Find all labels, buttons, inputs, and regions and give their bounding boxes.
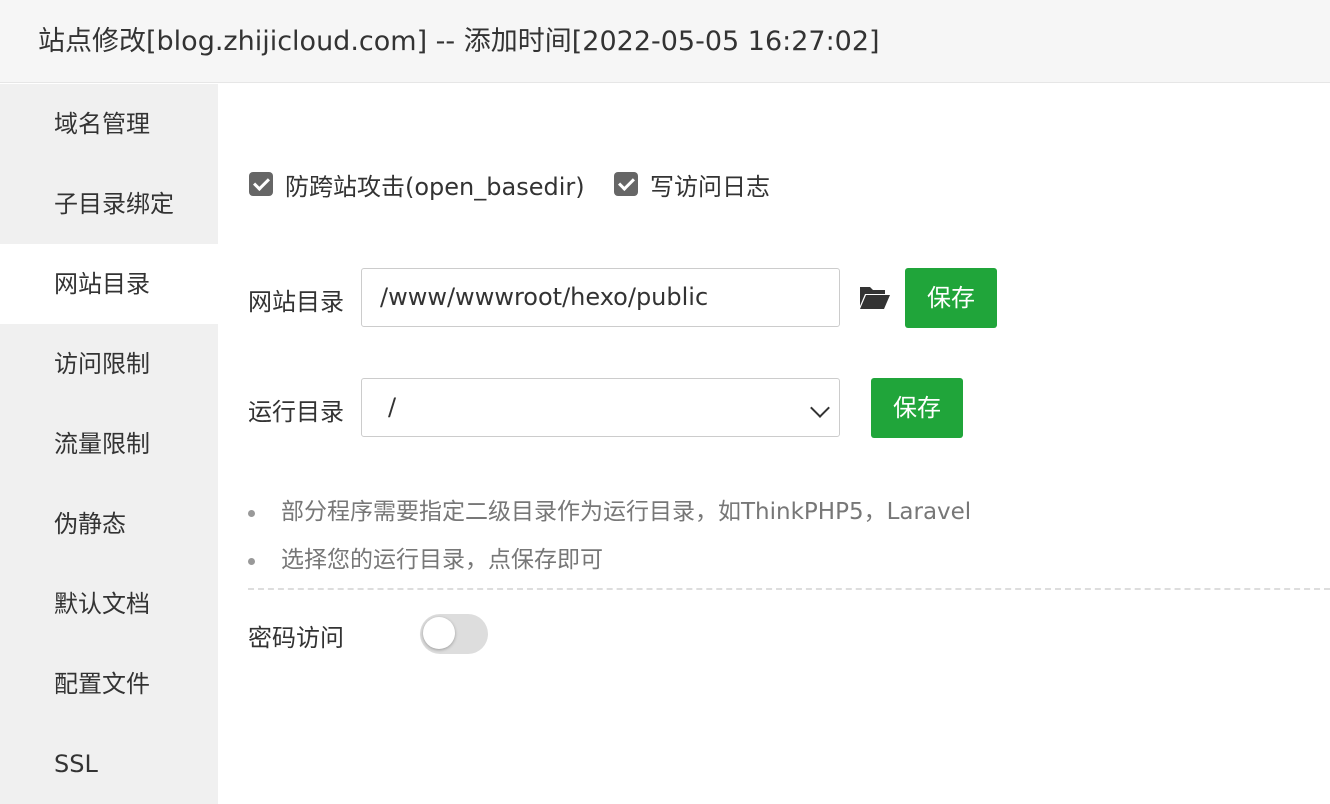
chevron-down-icon bbox=[810, 398, 830, 418]
sidebar-item-ssl[interactable]: SSL bbox=[0, 724, 218, 804]
sidebar-item-domain-management[interactable]: 域名管理 bbox=[0, 84, 218, 164]
sidebar-item-config-file[interactable]: 配置文件 bbox=[0, 644, 218, 724]
anti-xss-label: 防跨站攻击(open_basedir) bbox=[285, 172, 585, 201]
sidebar-item-access-restriction[interactable]: 访问限制 bbox=[0, 324, 218, 404]
run-dir-label: 运行目录 bbox=[248, 398, 344, 426]
sidebar-item-default-document[interactable]: 默认文档 bbox=[0, 564, 218, 644]
access-log-checkbox[interactable]: 写访问日志 bbox=[614, 168, 770, 201]
run-dir-selected-value: / bbox=[388, 393, 397, 421]
anti-xss-checkbox[interactable]: 防跨站攻击(open_basedir) bbox=[249, 168, 585, 201]
site-dir-save-button[interactable]: 保存 bbox=[905, 268, 997, 328]
sidebar-item-subdirectory-binding[interactable]: 子目录绑定 bbox=[0, 164, 218, 244]
sidebar-item-site-directory[interactable]: 网站目录 bbox=[0, 244, 218, 324]
sidebar-item-traffic-limit[interactable]: 流量限制 bbox=[0, 404, 218, 484]
run-dir-select[interactable]: / bbox=[361, 378, 840, 437]
folder-open-icon[interactable] bbox=[859, 284, 891, 310]
password-access-label: 密码访问 bbox=[248, 624, 344, 652]
divider bbox=[248, 588, 1330, 590]
checkbox-checked-icon[interactable] bbox=[249, 172, 273, 196]
access-log-label: 写访问日志 bbox=[650, 172, 770, 201]
help-tips: 部分程序需要指定二级目录作为运行目录，如ThinkPHP5，Laravel 选择… bbox=[248, 494, 971, 590]
tip-item: 选择您的运行目录，点保存即可 bbox=[248, 542, 971, 590]
checkbox-checked-icon[interactable] bbox=[614, 172, 638, 196]
toggle-knob bbox=[423, 617, 455, 649]
main-panel: 防跨站攻击(open_basedir) 写访问日志 网站目录 /www/wwwr… bbox=[218, 84, 1330, 804]
site-dir-input[interactable]: /www/wwwroot/hexo/public bbox=[361, 268, 840, 327]
password-access-toggle[interactable] bbox=[420, 614, 488, 654]
run-dir-save-button[interactable]: 保存 bbox=[871, 378, 963, 438]
site-dir-label: 网站目录 bbox=[248, 288, 344, 316]
dialog-title: 站点修改[blog.zhijicloud.com] -- 添加时间[2022-0… bbox=[38, 26, 880, 57]
tip-item: 部分程序需要指定二级目录作为运行目录，如ThinkPHP5，Laravel bbox=[248, 494, 971, 542]
sidebar: 域名管理 子目录绑定 网站目录 访问限制 流量限制 伪静态 默认文档 配置文件 … bbox=[0, 84, 218, 804]
sidebar-item-rewrite[interactable]: 伪静态 bbox=[0, 484, 218, 564]
dialog-titlebar: 站点修改[blog.zhijicloud.com] -- 添加时间[2022-0… bbox=[0, 0, 1330, 83]
